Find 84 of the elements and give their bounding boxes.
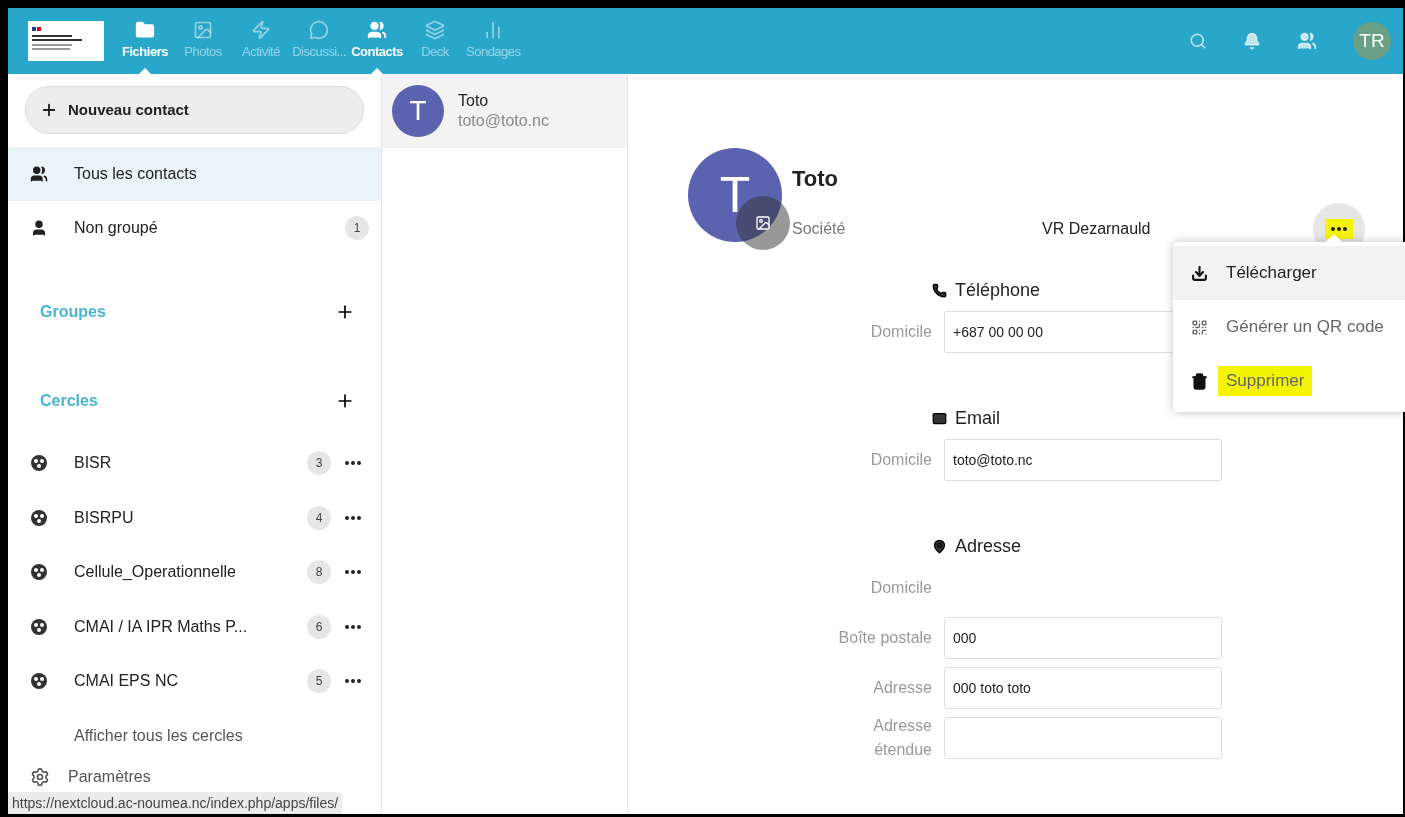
item-label: CMAI EPS NC bbox=[74, 671, 178, 692]
circle-icon bbox=[30, 454, 48, 473]
circle-icon bbox=[30, 563, 48, 582]
count-badge: 8 bbox=[307, 560, 331, 585]
show-all-link[interactable]: Afficher tous les cercles bbox=[74, 723, 243, 748]
status-bar: https://nextcloud.ac-noumea.nc/index.php/apps/files/ bbox=[8, 792, 343, 814]
trash-icon bbox=[1191, 372, 1208, 390]
field-label: Société bbox=[792, 219, 847, 239]
contact-avatar: T bbox=[392, 85, 444, 137]
count-badge: 1 bbox=[345, 216, 369, 240]
field-label: Domicile bbox=[869, 450, 933, 470]
envelope-icon bbox=[932, 410, 947, 426]
sidebar-item[interactable]: Tous les contacts bbox=[8, 147, 381, 201]
item-label: Non groupé bbox=[74, 218, 158, 238]
contact-avatar: T bbox=[688, 148, 782, 242]
field-label: Domicile bbox=[869, 322, 933, 342]
item-label: Générer un QR code bbox=[1225, 316, 1385, 339]
field-label: Adresse étendue bbox=[872, 716, 933, 760]
contact-email: toto@toto.nc bbox=[458, 111, 549, 131]
contact-title: Toto bbox=[792, 165, 839, 193]
lightning-icon bbox=[251, 20, 271, 41]
map-pin-icon bbox=[932, 538, 947, 554]
plus-icon bbox=[40, 101, 58, 119]
menu-item[interactable]: Supprimer bbox=[1173, 354, 1405, 408]
item-label: Cellule_Operationnelle bbox=[74, 562, 236, 583]
stack-icon bbox=[425, 20, 445, 41]
section-title: Adresse bbox=[955, 534, 1022, 558]
people-icon bbox=[367, 20, 387, 41]
person-icon bbox=[30, 219, 48, 237]
count-badge: 3 bbox=[307, 451, 331, 476]
more-icon bbox=[345, 679, 361, 684]
more-icon bbox=[345, 461, 361, 466]
chat-bubble-icon bbox=[309, 20, 329, 41]
field-label: Domicile bbox=[869, 578, 933, 598]
circle-item[interactable]: BISR 3 bbox=[8, 436, 381, 491]
circle-item[interactable]: Cellule_Operationnelle 8 bbox=[8, 545, 381, 600]
folder-icon bbox=[135, 20, 155, 41]
circle-icon bbox=[30, 672, 48, 691]
count-badge: 6 bbox=[307, 614, 331, 639]
count-badge: 5 bbox=[307, 669, 331, 694]
circle-item[interactable]: CMAI / IA IPR Maths P... 6 bbox=[8, 599, 381, 654]
circle-item[interactable]: CMAI EPS NC 5 bbox=[8, 654, 381, 709]
more-icon bbox=[345, 624, 361, 629]
image-icon bbox=[755, 215, 771, 231]
new-contact-button[interactable]: Nouveau contact bbox=[25, 86, 364, 134]
section-title: Téléphone bbox=[955, 278, 1041, 302]
input-field[interactable]: toto@toto.nc bbox=[944, 439, 1222, 481]
more-icon bbox=[345, 570, 361, 575]
circle-icon bbox=[30, 508, 48, 527]
section-heading: Groupes bbox=[40, 302, 106, 322]
contact-name: Toto bbox=[458, 91, 490, 111]
settings-label[interactable]: Paramètres bbox=[68, 764, 151, 789]
field-label: Boîte postale bbox=[837, 628, 933, 648]
circle-icon bbox=[30, 617, 48, 636]
image-icon bbox=[193, 20, 213, 41]
item-label: Télécharger bbox=[1225, 262, 1318, 285]
qr-code-icon bbox=[1191, 318, 1208, 336]
more-icon bbox=[1331, 227, 1347, 231]
menu-item[interactable]: Télécharger bbox=[1173, 246, 1405, 300]
item-label: BISRPU bbox=[74, 507, 134, 528]
sidebar-item[interactable]: Non groupé 1 bbox=[8, 201, 381, 255]
section-title: Email bbox=[955, 406, 1000, 430]
company-value: VR Dezarnauld bbox=[1042, 219, 1151, 239]
circle-item[interactable]: BISRPU 4 bbox=[8, 490, 381, 545]
item-label: BISR bbox=[74, 453, 112, 474]
input-field[interactable] bbox=[944, 717, 1222, 759]
item-label: CMAI / IA IPR Maths P... bbox=[74, 616, 248, 637]
item-label: Supprimer bbox=[1218, 366, 1313, 396]
people-icon bbox=[30, 165, 48, 183]
search-icon[interactable] bbox=[1189, 32, 1207, 50]
item-label: Tous les contacts bbox=[74, 164, 197, 184]
download-icon bbox=[1191, 264, 1208, 282]
contacts-menu-icon[interactable] bbox=[1297, 31, 1317, 51]
section-heading: Cercles bbox=[40, 391, 98, 411]
phone-icon bbox=[932, 282, 947, 298]
field-label: Adresse bbox=[872, 678, 933, 698]
settings-icon[interactable] bbox=[30, 766, 50, 787]
count-badge: 4 bbox=[307, 505, 331, 530]
more-icon bbox=[345, 515, 361, 520]
contact-row[interactable]: T Toto toto@toto.nc bbox=[382, 74, 627, 148]
notifications-icon[interactable] bbox=[1243, 32, 1261, 50]
active-indicator bbox=[139, 68, 151, 74]
input-field[interactable]: 000 toto toto bbox=[944, 667, 1222, 709]
input-field[interactable]: 000 bbox=[944, 617, 1222, 659]
